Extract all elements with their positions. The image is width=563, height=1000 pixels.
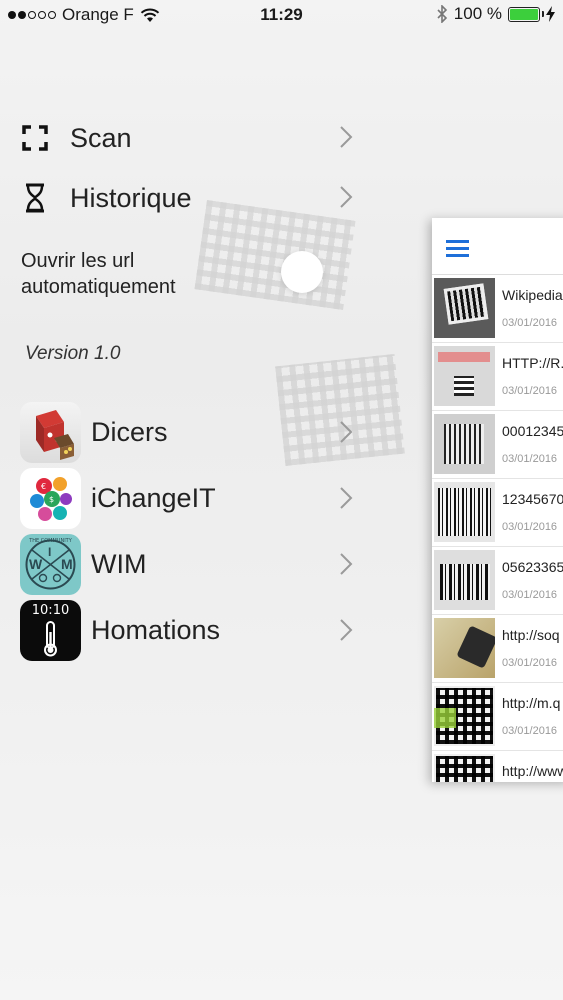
chevron-right-icon xyxy=(340,553,353,575)
history-item[interactable]: 12345670 03/01/2016 xyxy=(432,479,563,547)
history-item-title: http://www xyxy=(502,763,563,779)
history-item-title: HTTP://R. xyxy=(502,355,563,371)
app-label: iChangeIT xyxy=(91,482,216,513)
history-item-date: 03/01/2016 xyxy=(502,725,558,737)
ichangeit-app-icon: $ € xyxy=(20,467,81,529)
history-item[interactable]: http://www xyxy=(432,751,563,782)
dicers-app-icon xyxy=(20,401,81,463)
chevron-right-icon xyxy=(340,487,353,509)
history-item-title: 00012345 xyxy=(502,423,563,439)
history-item-title: http://soq xyxy=(502,627,560,643)
app-label: Dicers xyxy=(91,416,168,447)
barcode-thumbnail xyxy=(434,482,495,542)
app-item-homations[interactable]: 10:10 Homations xyxy=(20,599,365,661)
history-item[interactable]: 00012345 03/01/2016 xyxy=(432,411,563,479)
hamburger-menu-icon[interactable] xyxy=(446,240,469,260)
history-item-date: 03/01/2016 xyxy=(502,657,558,669)
history-item-title: http://m.q xyxy=(502,695,561,711)
app-item-ichangeit[interactable]: $ € iChangeIT xyxy=(20,467,365,529)
wim-icon-letter-m: M xyxy=(61,555,73,572)
app-label: WIM xyxy=(91,548,147,579)
qr-thumbnail xyxy=(434,686,495,746)
history-item-date: 03/01/2016 xyxy=(502,317,558,329)
barcode-thumbnail xyxy=(434,550,495,610)
photo-thumbnail xyxy=(434,618,495,678)
history-item[interactable]: http://soq 03/01/2016 xyxy=(432,615,563,683)
barcode-thumbnail xyxy=(434,414,495,474)
menu-item-scan[interactable]: Scan xyxy=(20,113,365,163)
bluetooth-icon xyxy=(437,5,447,23)
battery-percentage: 100 % xyxy=(453,4,502,23)
qr-thumbnail xyxy=(434,754,495,782)
status-bar: Orange F 11:29 100 % xyxy=(0,0,563,32)
history-item-date: 03/01/2016 xyxy=(502,521,558,533)
history-item-date: 03/01/2016 xyxy=(502,589,558,601)
status-right: 100 % xyxy=(436,4,555,24)
qr-thumbnail xyxy=(434,346,495,406)
wim-icon-caption: THE COMMUNITY xyxy=(29,537,72,544)
menu-item-label: Scan xyxy=(70,122,132,153)
auto-open-label-line1: Ouvrir les url xyxy=(21,250,135,272)
chevron-right-icon xyxy=(340,421,353,443)
history-panel[interactable]: Wikipedia 03/01/2016 HTTP://R. 03/01/201… xyxy=(432,218,563,782)
app-item-wim[interactable]: THE COMMUNITY W I M WIM xyxy=(20,533,365,595)
svg-text:€: € xyxy=(41,482,46,491)
history-item-title: 12345670 xyxy=(502,491,563,507)
auto-open-label-line2: automatiquement xyxy=(21,276,176,298)
wim-icon-letter-w: W xyxy=(29,555,43,572)
wim-icon-letter-i: I xyxy=(48,544,52,559)
hourglass-icon xyxy=(20,183,50,213)
svg-text:$: $ xyxy=(49,495,54,504)
auto-open-label: Ouvrir les url automatiquement xyxy=(21,248,176,300)
wim-app-icon: THE COMMUNITY W I M xyxy=(20,533,81,595)
app-label: Homations xyxy=(91,614,221,645)
menu-item-historique[interactable]: Historique xyxy=(20,173,365,223)
menu-item-label: Historique xyxy=(70,182,192,213)
history-item[interactable]: 05623365 03/01/2016 xyxy=(432,547,563,615)
chevron-right-icon xyxy=(340,619,353,641)
history-item-title: 05623365 xyxy=(502,559,563,575)
chevron-right-icon xyxy=(340,126,353,148)
history-item[interactable]: HTTP://R. 03/01/2016 xyxy=(432,343,563,411)
auto-open-toggle[interactable] xyxy=(281,251,323,293)
history-item-date: 03/01/2016 xyxy=(502,453,558,465)
history-panel-header xyxy=(432,218,563,275)
chevron-right-icon xyxy=(340,186,353,208)
scan-frame-icon xyxy=(20,123,50,153)
battery-icon xyxy=(508,6,544,22)
history-item[interactable]: Wikipedia 03/01/2016 xyxy=(432,275,563,343)
app-item-dicers[interactable]: Dicers xyxy=(20,401,365,463)
homations-app-icon: 10:10 xyxy=(20,599,81,661)
charging-bolt-icon xyxy=(546,6,555,22)
qr-thumbnail xyxy=(434,278,495,338)
history-item-date: 03/01/2016 xyxy=(502,385,558,397)
history-item[interactable]: http://m.q 03/01/2016 xyxy=(432,683,563,751)
version-label: Version 1.0 xyxy=(25,343,121,364)
history-item-title: Wikipedia xyxy=(502,287,563,303)
